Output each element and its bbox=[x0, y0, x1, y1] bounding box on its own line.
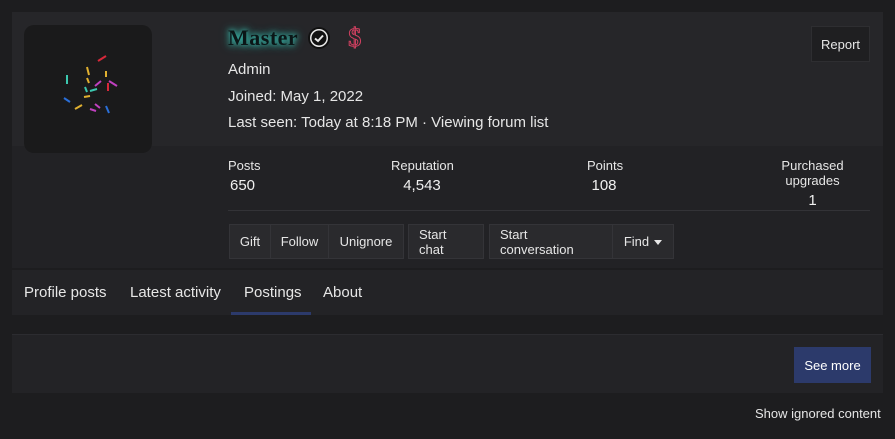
verified-check-icon bbox=[308, 27, 331, 49]
postings-panel bbox=[12, 334, 883, 393]
user-role: Admin bbox=[228, 61, 271, 78]
stat-upgrades-label: Purchased upgrades bbox=[781, 158, 844, 188]
tab-latest-activity[interactable]: Latest activity bbox=[130, 270, 221, 315]
stat-reputation-label: Reputation bbox=[391, 158, 454, 173]
profile-tabs: Profile posts Latest activity Postings A… bbox=[12, 270, 883, 315]
find-menu-button[interactable]: Find bbox=[613, 224, 674, 259]
tab-profile-posts[interactable]: Profile posts bbox=[24, 270, 107, 315]
avatar-image bbox=[63, 55, 118, 114]
show-ignored-content-link[interactable]: Show ignored content bbox=[755, 406, 881, 421]
action-button-group-primary: Gift Follow Unignore bbox=[229, 224, 404, 259]
stats-divider bbox=[228, 210, 870, 211]
stat-points: Points 108 bbox=[587, 158, 624, 194]
avatar[interactable] bbox=[24, 25, 152, 153]
gift-button[interactable]: Gift bbox=[229, 224, 271, 259]
dollar-sign-icon: $ bbox=[348, 23, 362, 52]
action-button-group-chat: Start chat bbox=[408, 224, 484, 259]
stat-points-label: Points bbox=[587, 158, 624, 173]
stat-reputation-value[interactable]: 4,543 bbox=[391, 177, 453, 194]
stat-purchased-upgrades: Purchased upgrades 1 bbox=[755, 158, 870, 209]
joined-date: Joined: May 1, 2022 bbox=[228, 88, 364, 105]
start-conversation-button[interactable]: Start conversation bbox=[489, 224, 613, 259]
active-tab-indicator bbox=[231, 312, 311, 315]
stat-posts: Posts 650 bbox=[228, 158, 261, 194]
see-more-button[interactable]: See more bbox=[794, 347, 871, 383]
stat-reputation: Reputation 4,543 bbox=[391, 158, 454, 194]
tab-postings[interactable]: Postings bbox=[244, 270, 302, 315]
follow-button[interactable]: Follow bbox=[271, 224, 329, 259]
stat-upgrades-value: 1 bbox=[808, 192, 817, 209]
report-button[interactable]: Report bbox=[811, 26, 870, 62]
chevron-down-icon bbox=[654, 239, 663, 245]
last-seen: Last seen: Today at 8:18 PM · Viewing fo… bbox=[228, 114, 549, 131]
username[interactable]: Master bbox=[228, 25, 298, 51]
stat-points-value[interactable]: 108 bbox=[587, 177, 621, 194]
stat-posts-value[interactable]: 650 bbox=[228, 177, 261, 194]
start-chat-button[interactable]: Start chat bbox=[408, 224, 484, 259]
username-row: Master $ bbox=[228, 23, 362, 52]
stat-posts-label: Posts bbox=[228, 158, 261, 173]
find-label: Find bbox=[623, 234, 650, 249]
tab-about[interactable]: About bbox=[323, 270, 362, 315]
action-button-group-conversation: Start conversation Find bbox=[489, 224, 674, 259]
unignore-button[interactable]: Unignore bbox=[329, 224, 404, 259]
